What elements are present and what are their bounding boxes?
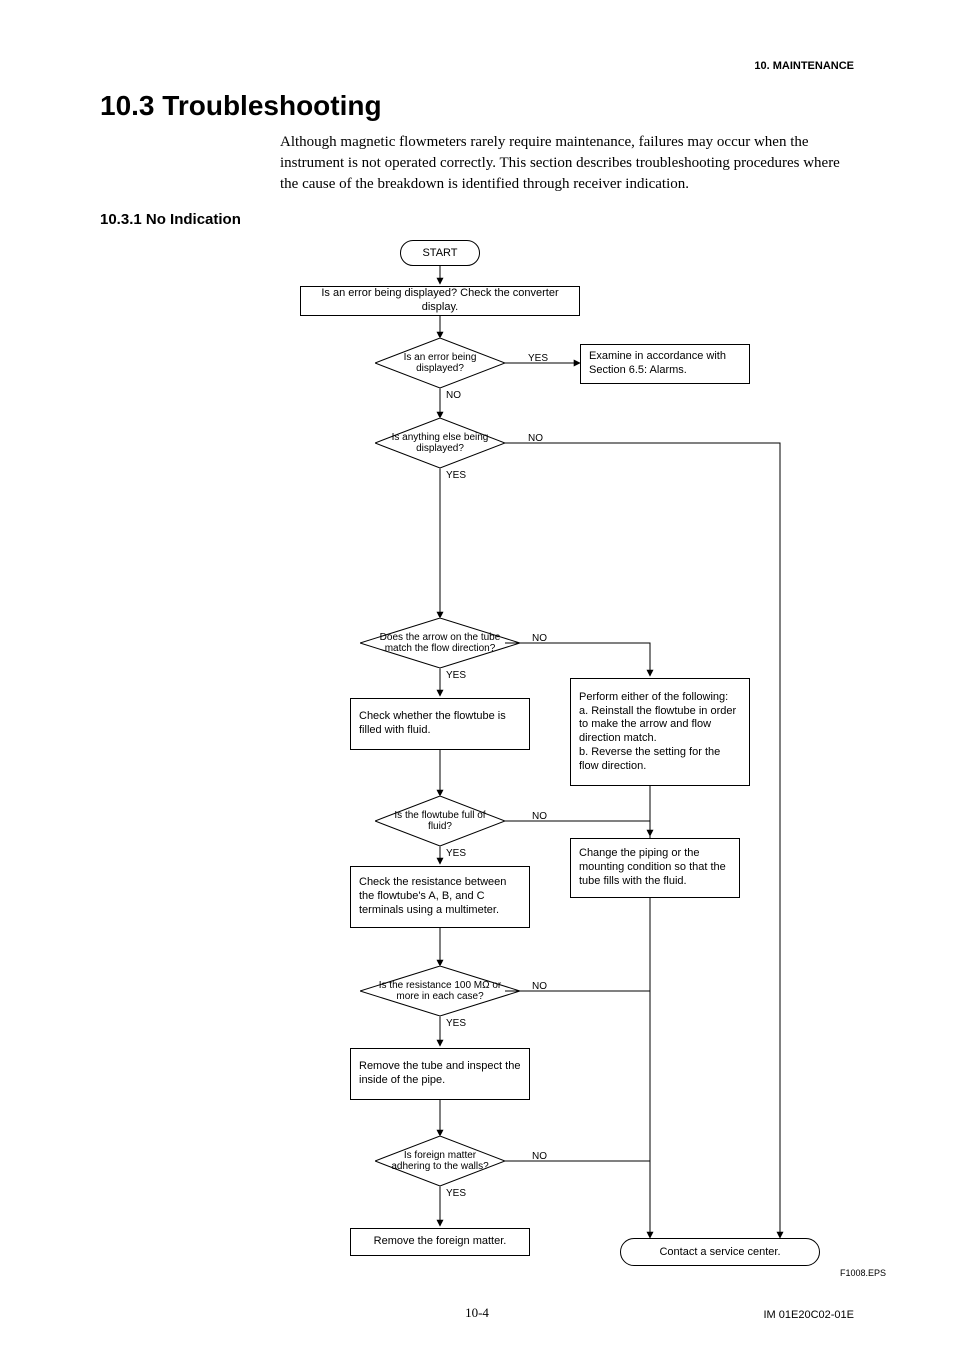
- label-no: NO: [532, 633, 547, 644]
- flow-decision-error: Is an error being displayed?: [375, 338, 505, 388]
- section-intro: Although magnetic flowmeters rarely requ…: [280, 132, 854, 195]
- flow-remove-inspect: Remove the tube and inspect the inside o…: [350, 1048, 530, 1100]
- label-yes: YES: [446, 470, 466, 481]
- flow-change-piping: Change the piping or the mounting condit…: [570, 838, 740, 898]
- label-yes: YES: [446, 848, 466, 859]
- running-header: 10. MAINTENANCE: [100, 60, 854, 72]
- flow-check-resistance: Check the resistance between the flowtub…: [350, 866, 530, 928]
- label-yes: YES: [446, 1018, 466, 1029]
- flow-examine-alarms: Examine in accordance with Section 6.5: …: [580, 344, 750, 384]
- subsection-title: 10.3.1 No Indication: [100, 211, 854, 228]
- label-yes: YES: [446, 1188, 466, 1199]
- flow-decision-anything: Is anything else being displayed?: [375, 418, 505, 468]
- flow-perform-either: Perform either of the following: a. Rein…: [570, 678, 750, 786]
- label-yes: YES: [446, 670, 466, 681]
- label-no: NO: [532, 1151, 547, 1162]
- flow-check-fluid: Check whether the flowtube is filled wit…: [350, 698, 530, 750]
- flow-decision-arrow: Does the arrow on the tube match the flo…: [360, 618, 520, 668]
- doc-number: IM 01E20C02-01E: [764, 1309, 855, 1321]
- flow-remove-foreign: Remove the foreign matter.: [350, 1228, 530, 1256]
- flow-decision-resistance: Is the resistance 100 MΩ or more in each…: [360, 966, 520, 1016]
- label-no: NO: [532, 811, 547, 822]
- label-no: NO: [446, 390, 461, 401]
- label-no: NO: [532, 981, 547, 992]
- flow-decision-full: Is the flowtube full of fluid?: [375, 796, 505, 846]
- section-title: 10.3 Troubleshooting: [100, 90, 854, 122]
- flow-contact-service: Contact a service center.: [620, 1238, 820, 1266]
- label-no: NO: [528, 433, 543, 444]
- flow-check-display: Is an error being displayed? Check the c…: [300, 286, 580, 316]
- flowchart: START Is an error being displayed? Check…: [280, 238, 954, 1278]
- figure-ref: F1008.EPS: [840, 1268, 886, 1278]
- flow-decision-foreign: Is foreign matter adhering to the walls?: [375, 1136, 505, 1186]
- label-yes: YES: [528, 353, 548, 364]
- flow-start: START: [400, 240, 480, 266]
